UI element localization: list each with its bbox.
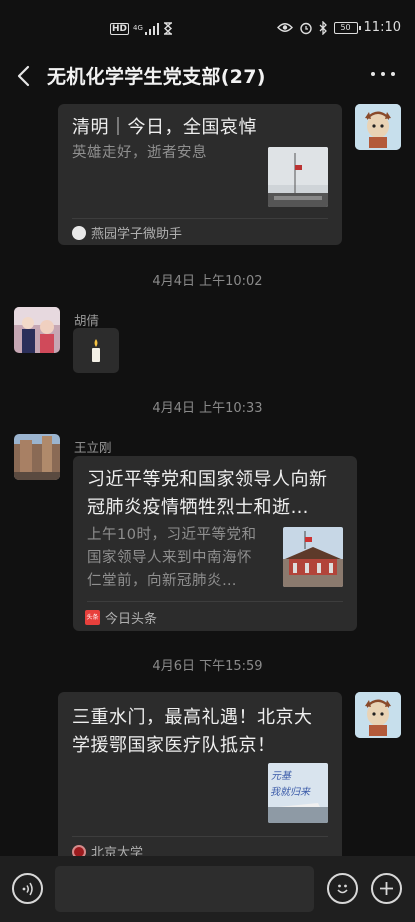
message-input[interactable]: [55, 866, 314, 912]
clock: 11:10: [363, 20, 401, 35]
chat-header: 无机化学学生党支部(27): [0, 60, 415, 92]
timestamp: 4月6日 下午15:59: [152, 659, 263, 674]
sender-name: 王立刚: [74, 440, 112, 455]
card-description-line-3: 仁堂前，向新冠肺炎…: [87, 573, 237, 589]
card-source-name: 燕园学子微助手: [91, 227, 183, 242]
voice-icon: [22, 882, 33, 896]
card-source: 燕园学子微助手: [72, 223, 182, 242]
card-title-line-1: 三重水门，最高礼遇！北京大: [72, 707, 313, 728]
input-bar: [0, 856, 415, 922]
eye-icon: [276, 23, 293, 32]
card-thumbnail: [268, 147, 328, 207]
plus-icon: [380, 882, 393, 895]
card-source-name: 今日头条: [105, 612, 158, 627]
card-thumbnail: 元基 我就归来: [268, 763, 328, 823]
self-avatar[interactable]: [355, 692, 401, 738]
toutiao-logo-icon: 头条: [85, 610, 100, 625]
signal-icon: [145, 22, 160, 35]
status-left: HD 4G: [110, 22, 173, 35]
hourglass-icon: [163, 22, 173, 35]
card-divider: [72, 218, 328, 219]
battery-icon: 50: [333, 21, 361, 34]
candle-icon: [92, 339, 100, 362]
card-description-line-1: 上午10时，习近平等党和: [87, 527, 257, 543]
more-options-icon[interactable]: [371, 70, 395, 78]
emoji-button[interactable]: [327, 873, 358, 904]
alarm-icon: [299, 22, 312, 34]
card-thumbnail: [283, 527, 343, 587]
card-divider: [87, 601, 343, 602]
card-title-line-1: 习近平等党和国家领导人向新: [87, 469, 328, 490]
thumb-text-2: 我就归来: [270, 786, 311, 798]
status-bar: HD 4G 50 11:10: [0, 0, 415, 60]
article-card-qingming[interactable]: 清明｜今日，全国哀悼 英雄走好，逝者安息 燕园学子微助手: [58, 104, 342, 245]
thumb-text-1: 元基: [271, 770, 292, 782]
card-description: 英雄走好，逝者安息: [72, 145, 207, 161]
article-card-toutiao[interactable]: 习近平等党和国家领导人向新 冠肺炎疫情牺牲烈士和逝… 上午10时，习近平等党和 …: [73, 456, 357, 631]
voice-input-button[interactable]: [12, 873, 43, 904]
hd-icon: HD: [110, 22, 130, 35]
bluetooth-icon: [319, 20, 327, 35]
card-divider: [72, 836, 328, 837]
back-arrow-icon[interactable]: [14, 64, 36, 88]
timestamp: 4月4日 上午10:33: [152, 401, 263, 416]
card-description-line-2: 国家领导人来到中南海怀: [87, 550, 252, 566]
card-source: 头条 今日头条: [85, 608, 157, 627]
card-title-line-2: 学援鄂国家医疗队抵京！: [72, 735, 276, 756]
chat-screen: HD 4G 50 11:10 无机化学学生党支部(27) 清明｜今日，全国哀悼 …: [0, 0, 415, 922]
card-title-line-2: 冠肺炎疫情牺牲烈士和逝…: [87, 497, 309, 518]
self-avatar[interactable]: [355, 104, 401, 150]
article-card-pku[interactable]: 三重水门，最高礼遇！北京大 学援鄂国家医疗队抵京！ 元基 我就归来 北京大学: [58, 692, 342, 862]
chat-title: 无机化学学生党支部(27): [47, 66, 266, 88]
contact-avatar-huqian[interactable]: [14, 307, 60, 353]
source-logo-icon: [72, 225, 86, 240]
network-type: 4G: [133, 24, 143, 32]
card-title: 清明｜今日，全国哀悼: [72, 117, 257, 138]
sender-name: 胡倩: [74, 313, 100, 328]
timestamp: 4月4日 上午10:02: [152, 274, 263, 289]
more-functions-button[interactable]: [371, 873, 402, 904]
contact-avatar-wangligang[interactable]: [14, 434, 60, 480]
status-right: 50 11:10: [276, 20, 401, 35]
emoji-icon: [337, 884, 348, 894]
message-bubble[interactable]: 🕯: [73, 328, 119, 373]
